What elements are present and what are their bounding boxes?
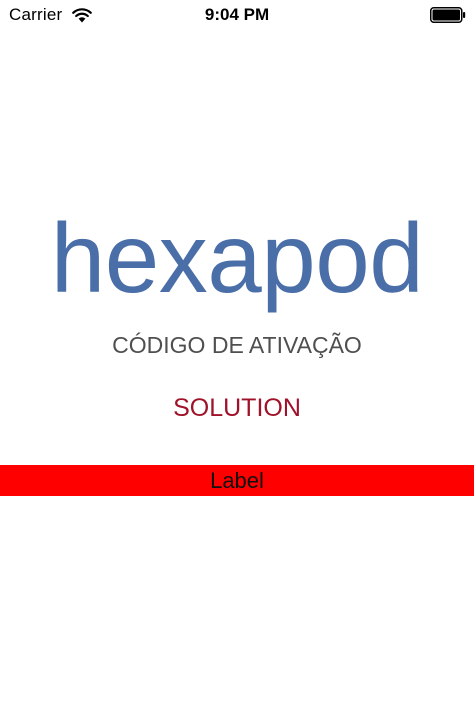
app-screen: Carrier 9:04 PM hexapod CÓDIGO DE ATIVAÇ…	[0, 0, 474, 711]
label-text: Label	[210, 468, 264, 493]
solution-text: SOLUTION	[173, 394, 301, 422]
status-time: 9:04 PM	[204, 5, 270, 24]
hexapod-logo: hexapod	[50, 203, 424, 313]
status-bar: Carrier 9:04 PM	[0, 0, 474, 30]
label-bar: Label	[0, 465, 474, 496]
activation-code-title: CÓDIGO DE ATIVAÇÃO	[112, 332, 362, 358]
battery-fill	[432, 9, 460, 21]
battery-icon	[430, 7, 466, 23]
